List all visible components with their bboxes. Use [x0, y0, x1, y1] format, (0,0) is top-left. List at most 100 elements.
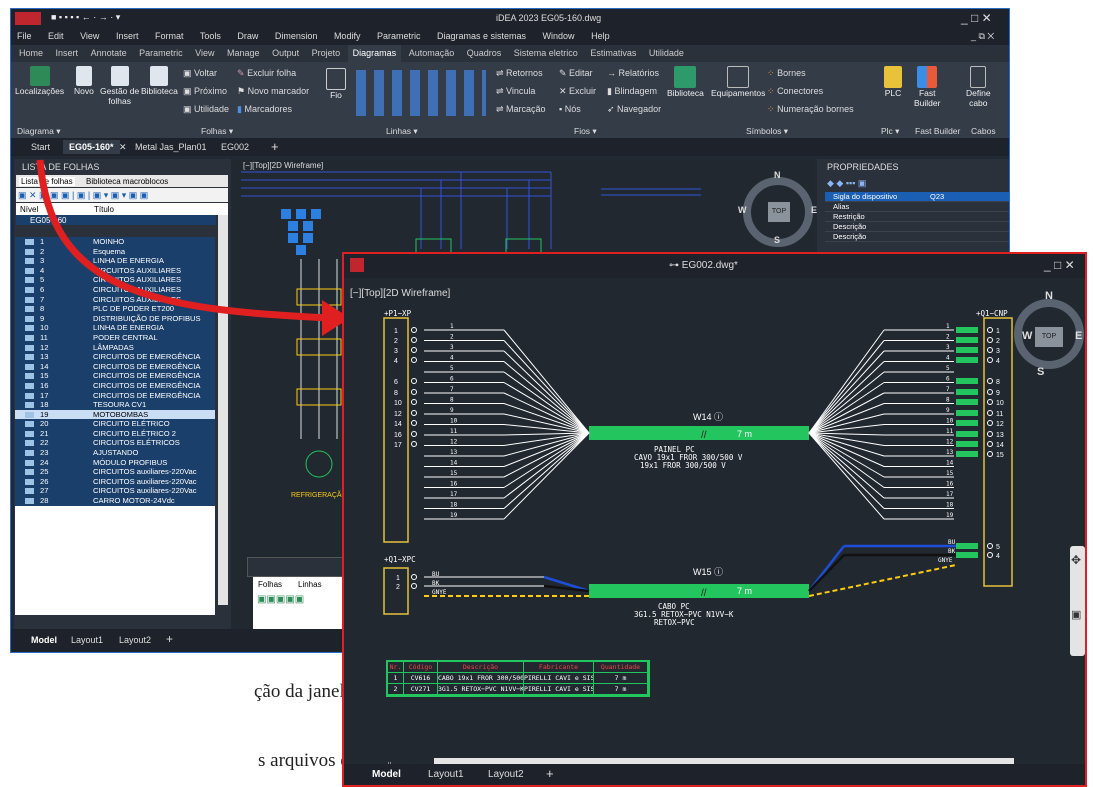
- navegador-button[interactable]: ➶ Navegador: [607, 104, 661, 115]
- numeracao-bornes-button[interactable]: ⁘ Numeração bornes: [767, 104, 854, 115]
- tab-utilidade[interactable]: Utilidade: [644, 45, 689, 62]
- tab-output[interactable]: Output: [267, 45, 304, 62]
- sheet-row[interactable]: 11 PODER CENTRAL: [15, 332, 215, 343]
- tree-root[interactable]: EG05-160: [30, 216, 66, 225]
- tab-layout2[interactable]: Layout2: [119, 635, 151, 645]
- menu-window[interactable]: Window: [543, 31, 575, 41]
- pan-icon[interactable]: ✥: [1071, 553, 1081, 567]
- app-logo-icon[interactable]: [15, 12, 41, 25]
- marcacao-button[interactable]: ⇌ Marcação: [496, 104, 546, 115]
- col-titulo[interactable]: Título: [94, 205, 114, 214]
- utilidade-button[interactable]: ▣ Utilidade: [183, 104, 229, 115]
- group-linhas[interactable]: Linhas ▾: [386, 126, 418, 137]
- second-tab-layout1[interactable]: Layout1: [428, 769, 464, 780]
- quick-access-toolbar[interactable]: ■ ▪ ▪ ▪ ▪ ← · → · ▾: [51, 12, 120, 23]
- property-row[interactable]: Descrição: [825, 222, 1009, 232]
- sheet-row[interactable]: 2 Esquema: [15, 246, 215, 257]
- bornes-button[interactable]: ⁘ Bornes: [767, 68, 806, 79]
- tab-sistema-eletrico[interactable]: Sistema eletrico: [509, 45, 583, 62]
- sheet-row[interactable]: 16 CIRCUITOS DE EMERGÊNCIA: [15, 380, 215, 391]
- tab-view[interactable]: View: [190, 45, 219, 62]
- define-cabo-button[interactable]: Define cabo: [966, 66, 991, 108]
- nos-button[interactable]: ▪ Nós: [559, 104, 581, 114]
- menu-modify[interactable]: Modify: [334, 31, 361, 41]
- second-add-layout-icon[interactable]: +: [546, 766, 554, 781]
- app-logo-icon-2[interactable]: [350, 258, 364, 272]
- drawing-canvas-second[interactable]: [−][Top][2D Wireframe] ////1 1 2 2 3 3 4 4 5 5 6 6 7…: [344, 278, 1085, 780]
- sheet-row[interactable]: 3 LINHA DE ENERGIA: [15, 256, 215, 266]
- sheet-row[interactable]: 22 CIRCUITOS ELÉTRICOS: [15, 438, 215, 449]
- menu-help[interactable]: Help: [591, 31, 610, 41]
- novo-button[interactable]: Novo: [74, 66, 94, 96]
- viewcube-top-second[interactable]: TOP: [1035, 327, 1063, 347]
- sheet-row[interactable]: 10 LINHA DE ENERGIA: [15, 323, 215, 333]
- doc-tab-eg002[interactable]: EG002: [221, 142, 249, 152]
- marcadores-button[interactable]: ▮ Marcadores: [237, 104, 292, 115]
- excluir-button[interactable]: ✕ Excluir: [559, 86, 596, 97]
- sheet-row[interactable]: 19 MOTOBOMBAS: [15, 409, 215, 420]
- plc-button[interactable]: PLC: [884, 66, 902, 98]
- proximo-button[interactable]: ▣ Próximo: [183, 86, 227, 97]
- sheet-row[interactable]: 15 CIRCUITOS DE EMERGÊNCIA: [15, 371, 215, 381]
- sheet-row[interactable]: 26 CIRCUITOS auxiliares-220Vac: [15, 476, 215, 487]
- properties-toolbar[interactable]: ◆ ◆ ▪▪▪ ▣: [827, 178, 866, 189]
- conectores-button[interactable]: ⁘ Conectores: [767, 86, 823, 97]
- sheet-row[interactable]: 18 TESOURA CV1: [15, 400, 215, 410]
- group-plc[interactable]: Plc ▾: [881, 126, 899, 137]
- sheet-row[interactable]: 13 CIRCUITOS DE EMERGÊNCIA: [15, 352, 215, 362]
- voltar-button[interactable]: ▣ Voltar: [183, 68, 217, 79]
- tab-projeto[interactable]: Projeto: [307, 45, 346, 62]
- col-nivel[interactable]: Nível: [20, 205, 38, 214]
- sheet-row[interactable]: 5 CIRCUITOS AUXILIARES: [15, 275, 215, 285]
- relatorios-button[interactable]: → Relatórios: [607, 68, 659, 78]
- menu-edit[interactable]: Edit: [48, 31, 64, 41]
- gestao-folhas-button[interactable]: Gestão de folhas: [100, 66, 139, 106]
- tab-layout1[interactable]: Layout1: [71, 635, 103, 645]
- group-diagrama[interactable]: Diagrama ▾: [17, 126, 60, 137]
- tab-lista-folhas[interactable]: Lista de folhas: [19, 177, 75, 186]
- menu-diagramas[interactable]: Diagramas e sistemas: [437, 31, 526, 41]
- novo-marcador-button[interactable]: ⚑ Novo marcador: [237, 86, 309, 97]
- menu-draw[interactable]: Draw: [237, 31, 258, 41]
- mini-tab-folhas[interactable]: Folhas: [258, 580, 282, 589]
- tab-biblioteca-macroblocos[interactable]: Biblioteca macroblocos: [86, 177, 168, 186]
- tab-annotate[interactable]: Annotate: [86, 45, 132, 62]
- tab-manage[interactable]: Manage: [222, 45, 265, 62]
- doc-tab-eg05[interactable]: EG05-160*: [63, 140, 120, 154]
- retornos-button[interactable]: ⇌ Retornos: [496, 68, 543, 79]
- sheet-row[interactable]: 1 MOINHO: [15, 237, 215, 247]
- menu-parametric[interactable]: Parametric: [377, 31, 421, 41]
- showmotion-icon[interactable]: ▣: [1071, 608, 1081, 621]
- biblioteca-simbolos-button[interactable]: Biblioteca: [667, 66, 704, 98]
- sheet-row[interactable]: 17 CIRCUITOS DE EMERGÊNCIA: [15, 390, 215, 401]
- fast-builder-button[interactable]: Fast Builder: [914, 66, 940, 108]
- sheet-row[interactable]: 4 CIRCUITOS AUXILIARES: [15, 265, 215, 276]
- property-row[interactable]: Alias: [825, 202, 1009, 212]
- blindagem-button[interactable]: ▮ Blindagem: [607, 86, 657, 97]
- sheet-row[interactable]: 14 CIRCUITOS DE EMERGÊNCIA: [15, 361, 215, 372]
- mini-toolbar[interactable]: ▣▣▣▣▣: [257, 594, 304, 605]
- property-row[interactable]: Descrição: [825, 232, 1009, 242]
- sheet-row[interactable]: 7 CIRCUITOS AUXILIARES: [15, 294, 215, 305]
- viewcube-top[interactable]: TOP: [768, 202, 790, 222]
- tab-insert[interactable]: Insert: [51, 45, 84, 62]
- sheet-row[interactable]: 24 MÓDULO PROFIBUS: [15, 457, 215, 468]
- doc-tab-start[interactable]: Start: [31, 142, 50, 152]
- vincula-button[interactable]: ⇌ Vincula: [496, 86, 535, 97]
- property-row[interactable]: Sigla do dispositivo Q23: [825, 192, 1009, 202]
- sheet-row[interactable]: 12 LÂMPADAS: [15, 342, 215, 353]
- doc-tab-metal[interactable]: Metal Jas_Plan01: [135, 142, 207, 152]
- window-controls[interactable]: _ □ ✕: [961, 11, 992, 25]
- fio-button[interactable]: Fio: [326, 68, 346, 100]
- group-folhas[interactable]: Folhas ▾: [201, 126, 233, 137]
- tab-automacao[interactable]: Automação: [404, 45, 460, 62]
- menu-tools[interactable]: Tools: [200, 31, 221, 41]
- sheet-row[interactable]: 8 PLC DE PODER ET200: [15, 304, 215, 314]
- menu-insert[interactable]: Insert: [116, 31, 139, 41]
- sheet-row[interactable]: 25 CIRCUITOS auxiliares-220Vac: [15, 467, 215, 477]
- sheet-row[interactable]: 23 AJUSTANDO: [15, 448, 215, 458]
- sheet-row[interactable]: 21 CIRCUITO ELÉTRICO 2: [15, 428, 215, 439]
- tab-diagramas[interactable]: Diagramas: [347, 45, 402, 62]
- group-simbolos[interactable]: Símbolos ▾: [746, 126, 788, 137]
- sheet-row[interactable]: 28 CARRO MOTOR-24Vdc: [15, 496, 215, 506]
